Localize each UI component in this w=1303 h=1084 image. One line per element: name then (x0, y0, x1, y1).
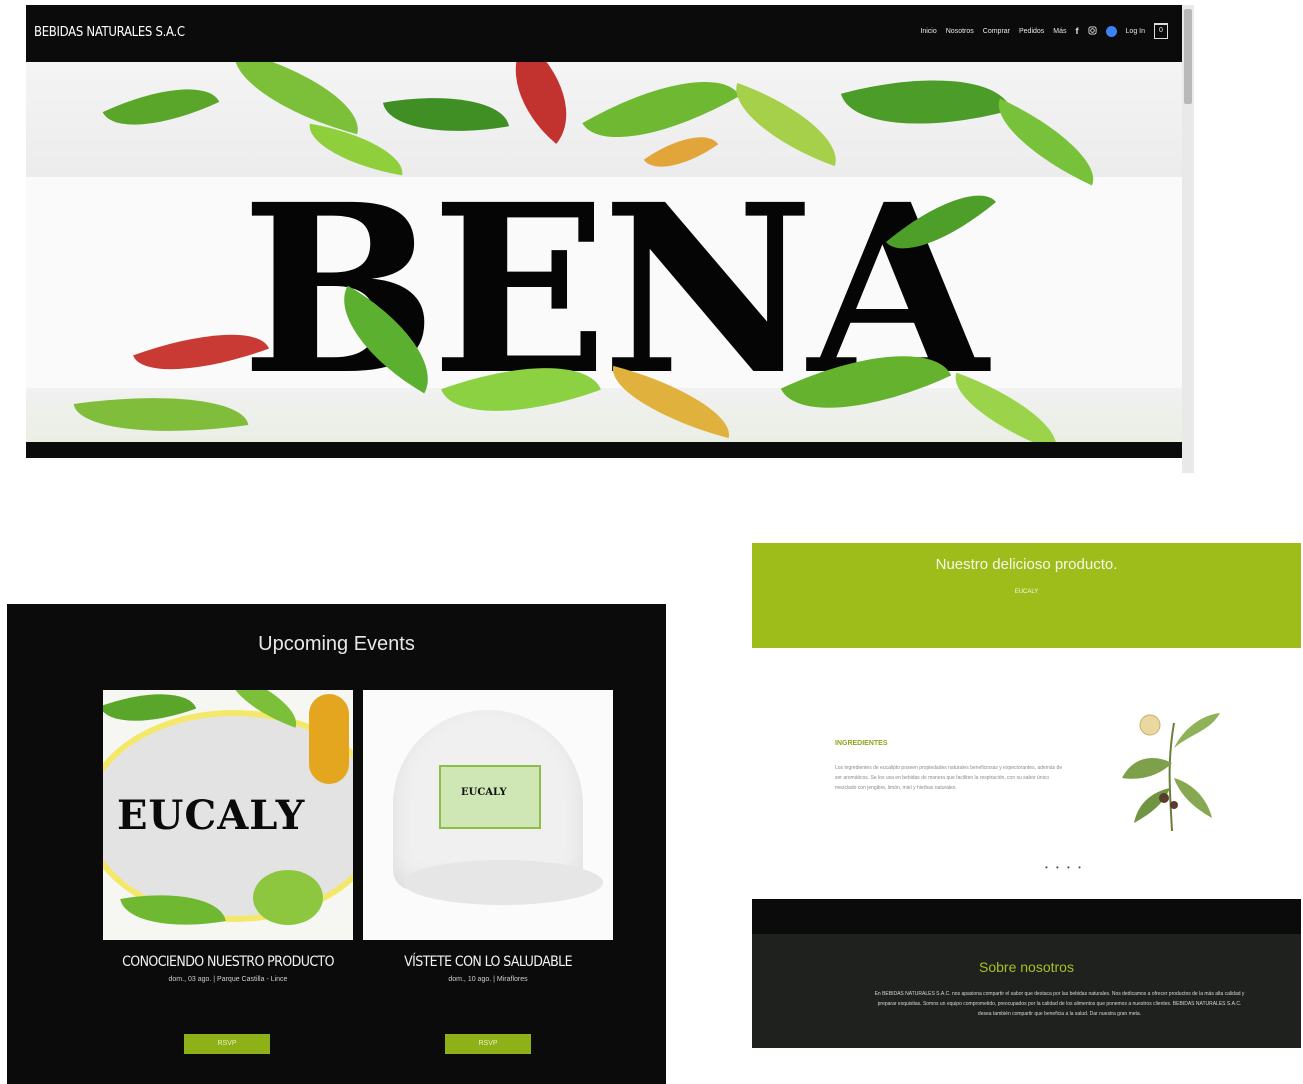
event-meta: dom., 10 ago. | Miraflores (448, 976, 528, 983)
site-header: BEBIDAS NATURALES S.A.C Inicio Nosotros … (26, 5, 1182, 62)
hero-bottom-bar (26, 442, 1182, 458)
ingredients-text: Los ingredientes de eucalipto poseen pro… (835, 765, 1063, 791)
rsvp-button[interactable]: RSVP (445, 1034, 531, 1054)
cart-icon[interactable]: 0 (1154, 23, 1168, 39)
product-title: Nuestro delicioso producto. (935, 556, 1118, 573)
hero-banner: BENA (26, 62, 1182, 458)
eucalyptus-illustration (1122, 713, 1220, 832)
events-section: Upcoming Events EUCALY CONOCIENDO NUESTR… (7, 604, 666, 1084)
carousel-dots[interactable]: • • • • (1045, 863, 1084, 872)
facebook-icon[interactable]: f (1076, 26, 1079, 36)
events-title: Upcoming Events (258, 633, 415, 655)
login-link[interactable]: Log In (1126, 28, 1145, 35)
about-text: En BEBIDAS NATURALES S.A.C. nos apasiona… (874, 991, 1245, 1017)
event-card[interactable]: EUCALY CONOCIENDO NUESTRO PRODUCTO dom.,… (103, 690, 353, 983)
honey-dipper-illustration (309, 694, 349, 784)
event-name[interactable]: CONOCIENDO NUESTRO PRODUCTO (103, 954, 353, 970)
rsvp-button[interactable]: RSVP (184, 1034, 270, 1054)
cap-logo-patch: EUCALY (439, 765, 541, 829)
event-image-word: EUCALY (117, 792, 306, 839)
event-image[interactable]: EUCALY (363, 690, 613, 940)
product-subtitle: EUCALY (1014, 589, 1039, 595)
about-section: Sobre nosotros En BEBIDAS NATURALES S.A.… (752, 934, 1301, 1048)
scrollbar-thumb[interactable] (1184, 9, 1192, 104)
about-divider (752, 899, 1301, 934)
product-header: Nuestro delicioso producto. EUCALY (752, 543, 1301, 648)
ingredients-title: INGREDIENTES (835, 740, 888, 747)
nav-item-nosotros[interactable]: Nosotros (946, 28, 974, 35)
cap-brim (403, 860, 603, 905)
site-brand[interactable]: BEBIDAS NATURALES S.A.C (34, 25, 185, 40)
event-image[interactable]: EUCALY (103, 690, 353, 940)
instagram-icon[interactable] (1087, 25, 1097, 37)
main-nav: Inicio Nosotros Comprar Pedidos Más f Lo… (920, 23, 1168, 39)
nav-item-mas[interactable]: Más (1053, 28, 1066, 35)
product-section: Nuestro delicioso producto. EUCALY INGRE… (752, 543, 1301, 1048)
event-meta: dom., 03 ago. | Parque Castilla - Lince (168, 976, 288, 983)
about-title: Sobre nosotros (979, 959, 1074, 975)
user-avatar-icon[interactable] (1105, 25, 1117, 37)
nav-item-pedidos[interactable]: Pedidos (1019, 28, 1044, 35)
nav-item-comprar[interactable]: Comprar (983, 28, 1010, 35)
event-card[interactable]: EUCALY VÍSTETE CON LO SALUDABLE dom., 10… (363, 690, 613, 983)
page-scrollbar[interactable] (1182, 5, 1194, 473)
hero-screenshot-panel: BEBIDAS NATURALES S.A.C Inicio Nosotros … (26, 5, 1194, 473)
cap-logo-word: EUCALY (461, 787, 507, 798)
event-name[interactable]: VÍSTETE CON LO SALUDABLE (363, 954, 613, 970)
nav-item-inicio[interactable]: Inicio (920, 28, 936, 35)
lime-illustration (253, 870, 323, 925)
cart-count: 0 (1159, 27, 1163, 34)
